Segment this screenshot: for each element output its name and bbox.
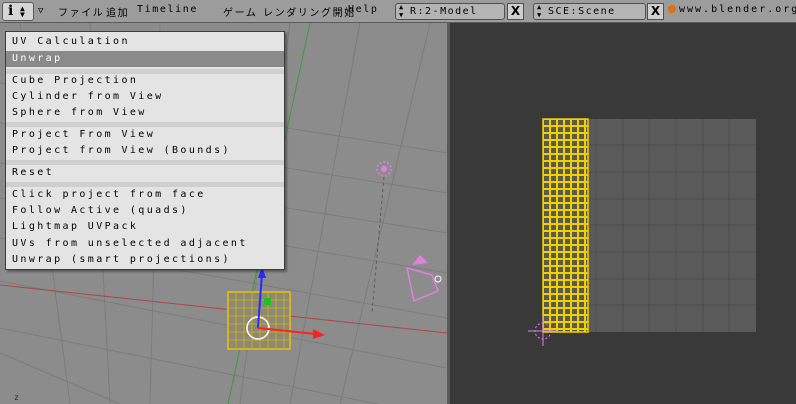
menu-item-project-from-view-bounds[interactable]: Project from View (Bounds) xyxy=(6,143,284,159)
menu-item-sphere-from-view[interactable]: Sphere from View xyxy=(6,105,284,121)
menu-item-lightmap-uvpack[interactable]: Lightmap UVPack xyxy=(6,219,284,235)
url-text: www.blender.org xyxy=(679,4,796,15)
menu-item-cube-projection[interactable]: Cube Projection xyxy=(6,73,284,89)
delete-screen-button[interactable]: X xyxy=(507,3,524,20)
info-icon: i xyxy=(8,3,14,19)
blender-logo-icon xyxy=(668,5,676,13)
menu-item-click-project-from-face[interactable]: Click project from face xyxy=(6,187,284,203)
menu-item-unwrap-smart-projections[interactable]: Unwrap (smart projections) xyxy=(6,252,284,268)
menu-item-follow-active-quads[interactable]: Follow Active (quads) xyxy=(6,203,284,219)
menu-help[interactable]: Help xyxy=(348,4,378,15)
updown-arrow-icon: ▲ ▼ xyxy=(537,3,543,19)
menu-item-unwrap[interactable]: Unwrap xyxy=(6,51,284,67)
menu-timeline[interactable]: Timeline xyxy=(137,4,198,15)
delete-scene-button[interactable]: X xyxy=(647,3,664,20)
uv-calculation-menu: UV Calculation Unwrap Cube Projection Cy… xyxy=(5,31,285,270)
menu-item-cylinder-from-view[interactable]: Cylinder from View xyxy=(6,89,284,105)
uv-canvas xyxy=(528,118,756,346)
collapse-menu-icon[interactable]: ▽ xyxy=(38,6,43,16)
screen-name: R:2-Model xyxy=(410,6,478,17)
updown-arrow-icon: ▲ ▼ xyxy=(399,3,405,19)
scene-selector[interactable]: ▲ ▼ SCE:Scene xyxy=(533,3,646,20)
axis-indicator: z xyxy=(14,393,19,402)
menu-render[interactable]: レンダリング開始 xyxy=(263,4,356,19)
menu-title: UV Calculation xyxy=(12,36,130,47)
lamp-object[interactable] xyxy=(371,161,392,314)
camera-object[interactable] xyxy=(406,255,442,303)
x-axis-line xyxy=(0,284,447,334)
menu-game[interactable]: ゲーム xyxy=(223,4,258,19)
updown-arrow-icon: ▲ ▼ xyxy=(20,4,25,19)
blender-link[interactable]: www.blender.org xyxy=(668,4,796,15)
menu-item-project-from-view[interactable]: Project From View xyxy=(6,127,284,143)
menu-item-uvs-from-unselected-adjacent[interactable]: UVs from unselected adjacent xyxy=(6,236,284,252)
header-bar: i ▲ ▼ ▽ ファイル 追加 Timeline ゲーム レンダリング開始 Hel… xyxy=(0,0,796,23)
menu-add[interactable]: 追加 xyxy=(106,4,129,19)
menu-file[interactable]: ファイル xyxy=(58,4,104,19)
uv-image-editor[interactable] xyxy=(450,23,796,404)
editor-type-button[interactable]: i ▲ ▼ xyxy=(2,2,34,21)
uv-island[interactable] xyxy=(542,118,589,333)
scene-name: SCE:Scene xyxy=(548,6,616,17)
screen-selector[interactable]: ▲ ▼ R:2-Model xyxy=(395,3,505,20)
menu-item-reset[interactable]: Reset xyxy=(6,165,284,181)
